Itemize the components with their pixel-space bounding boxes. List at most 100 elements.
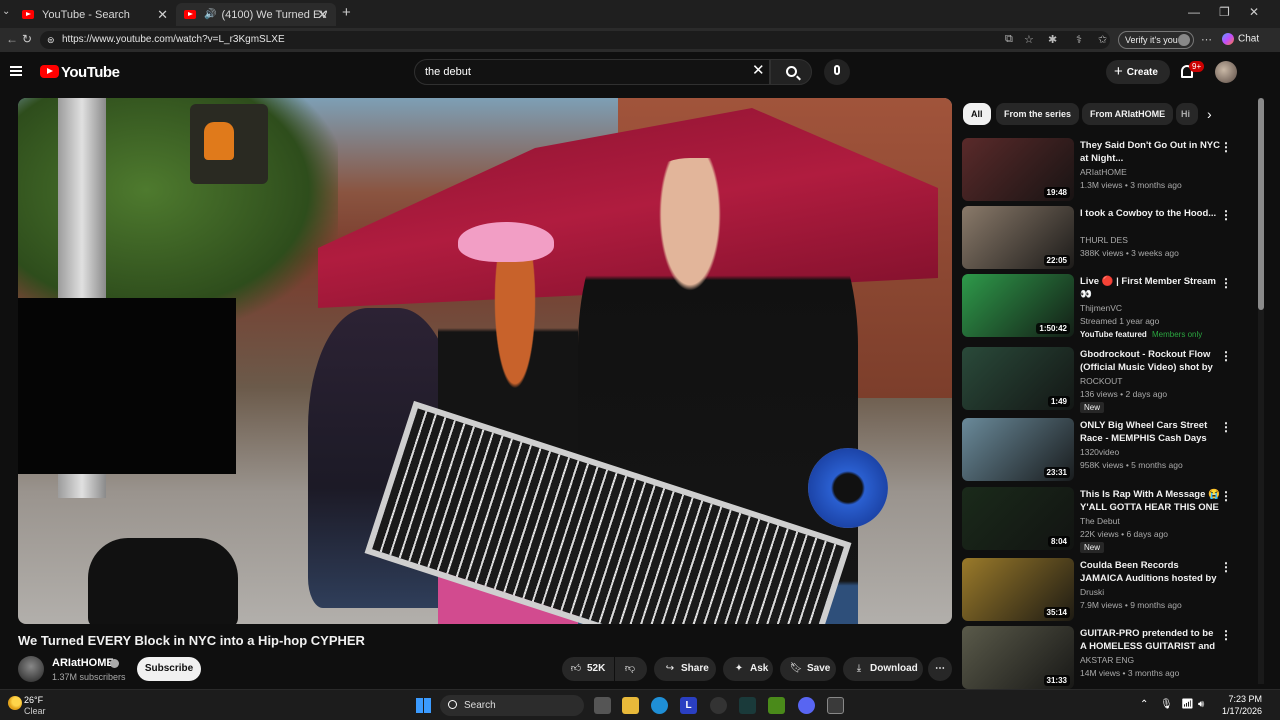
more-options-icon[interactable]: ⋮ [1220,208,1232,222]
app-terminal-icon[interactable] [739,697,756,714]
obs-icon[interactable] [827,697,844,714]
scrollbar-thumb[interactable] [1258,98,1264,310]
recommended-video[interactable]: 22:05 I took a Cowboy to the Hood... THURL… [962,206,1237,270]
maximize-icon[interactable]: ❐ [1219,5,1230,19]
voice-search-button[interactable] [824,59,850,85]
more-options-icon[interactable]: ⋮ [1220,349,1232,363]
video-thumbnail[interactable]: 1:50:42 [962,274,1074,337]
ask-button[interactable]: ✦ Ask [723,657,773,681]
channel-name[interactable]: ARIatHOME [52,657,114,669]
share-button[interactable]: ↪ Share [654,657,716,681]
edge-browser-icon[interactable] [651,697,668,714]
channel-name[interactable]: ROCKOUT [1080,376,1123,386]
more-options-icon[interactable]: ⋮ [1220,489,1232,503]
search-button[interactable] [770,59,812,85]
more-options-icon[interactable]: ⋮ [1220,560,1232,574]
more-actions-icon[interactable]: ⋯ [928,657,952,681]
download-button[interactable]: ⤓ Download [843,657,923,681]
close-tab-icon[interactable]: ✕ [317,7,328,23]
video-title[interactable]: ONLY Big Wheel Cars Street Race - MEMPHI… [1080,419,1220,445]
more-options-icon[interactable]: ⋮ [1220,140,1232,154]
recommended-video[interactable]: 1:49 Gbodrockout - Rockout Flow (Official… [962,347,1237,413]
verify-profile-button[interactable]: Verify it's you [1118,31,1194,49]
channel-name[interactable]: ThijmenVC [1080,303,1122,313]
recommended-video[interactable]: 31:33 GUITAR-PRO pretended to be A HOMELE… [962,626,1237,690]
video-title[interactable]: They Said Don't Go Out in NYC at Night..… [1080,139,1220,165]
video-thumbnail[interactable]: 23:31 [962,418,1074,481]
browser-essentials-icon[interactable]: ⚕ [1076,33,1082,46]
video-title[interactable]: Live 🔴 | First Member Stream 👀 [1080,275,1220,301]
search-input[interactable]: the debut [414,59,770,85]
subscribe-button[interactable]: Subscribe [137,657,201,681]
video-thumbnail[interactable]: 8:04 [962,487,1074,550]
video-thumbnail[interactable]: 31:33 [962,626,1074,689]
dislike-button[interactable]: 👎︎ [615,657,647,681]
more-options-icon[interactable]: ⋮ [1220,420,1232,434]
discord-icon[interactable] [798,697,815,714]
video-thumbnail[interactable]: 1:49 [962,347,1074,410]
audio-playing-icon[interactable]: 🔊 [204,9,216,20]
clear-search-icon[interactable]: ✕ [752,63,765,79]
microphone-tray-icon[interactable]: 🎙︎ [1160,699,1173,710]
copilot-chat-button[interactable]: Chat [1222,33,1259,45]
back-icon[interactable]: ← [6,32,18,46]
recommended-video[interactable]: 19:48 They Said Don't Go Out in NYC at Ni… [962,138,1237,202]
video-title[interactable]: I took a Cowboy to the Hood... [1080,207,1220,220]
weather-temperature[interactable]: 26°F [24,695,43,705]
steam-icon[interactable] [710,697,727,714]
close-tab-icon[interactable]: ✕ [157,7,168,23]
volume-icon[interactable]: 🔊︎ [1198,699,1204,710]
channel-name[interactable]: ARIatHOME [1080,167,1127,177]
tab-actions-chevron-icon[interactable]: ⌄ [2,6,10,17]
minimize-icon[interactable]: — [1188,5,1200,19]
weather-icon[interactable] [8,696,22,710]
file-explorer-icon[interactable] [622,697,639,714]
app-available-icon[interactable]: ⧉ [1005,33,1013,46]
recommended-video[interactable]: 1:50:42 Live 🔴 | First Member Stream 👀 Thi… [962,274,1237,339]
hamburger-menu-icon[interactable] [10,66,22,76]
video-title[interactable]: GUITAR-PRO pretended to be A HOMELESS GU… [1080,627,1220,653]
app-l-icon[interactable]: L [680,697,697,714]
video-title[interactable]: Gbodrockout - Rockout Flow (Official Mus… [1080,348,1220,374]
recommended-video[interactable]: 35:14 Coulda Been Records JAMAICA Auditio… [962,558,1237,622]
wifi-icon[interactable]: 📶︎ [1181,699,1194,710]
clock-time[interactable]: 7:23 PM [1222,694,1262,704]
nvidia-icon[interactable] [768,697,785,714]
site-info-icon[interactable]: ⊜ [47,31,55,49]
more-options-icon[interactable]: ⋮ [1220,276,1232,290]
weather-condition[interactable]: Clear [24,706,46,716]
video-player[interactable] [18,98,952,624]
recommended-video[interactable]: 8:04 This Is Rap With A Message 😭 Y'ALL G… [962,487,1237,553]
new-tab-icon[interactable]: + [342,4,351,21]
more-options-icon[interactable]: ⋮ [1220,628,1232,642]
taskbar-search[interactable]: Search [440,695,584,716]
recommended-video[interactable]: 23:31 ONLY Big Wheel Cars Street Race - M… [962,418,1237,482]
scrollbar[interactable] [1258,98,1264,684]
favorite-star-icon[interactable]: ☆ [1024,33,1034,46]
channel-name[interactable]: 1320video [1080,447,1119,457]
channel-name[interactable]: THURL DES [1080,235,1128,245]
chip-partial[interactable]: Hi [1176,103,1198,125]
task-view-icon[interactable] [594,697,611,714]
windows-start-icon[interactable] [416,698,431,713]
video-thumbnail[interactable]: 19:48 [962,138,1074,201]
extensions-icon[interactable]: ✱ [1048,33,1057,46]
channel-name[interactable]: AKSTAR ENG [1080,655,1134,665]
video-title[interactable]: This Is Rap With A Message 😭 Y'ALL GOTTA… [1080,488,1220,514]
create-button[interactable]: + Create [1106,60,1170,84]
video-thumbnail[interactable]: 22:05 [962,206,1074,269]
video-title[interactable]: Coulda Been Records JAMAICA Auditions ho… [1080,559,1220,585]
channel-name[interactable]: Druski [1080,587,1104,597]
show-hidden-icons-icon[interactable]: ⌃ [1140,699,1148,710]
clock-date[interactable]: 1/17/2026 [1212,706,1262,716]
youtube-logo-icon[interactable] [40,65,59,78]
settings-more-icon[interactable]: ⋯ [1201,33,1212,46]
close-window-icon[interactable]: ✕ [1249,5,1259,19]
tab-youtube-search[interactable]: YouTube - Search ✕ [14,3,176,26]
chip-all[interactable]: All [963,103,991,125]
chip-from-the-series[interactable]: From the series [996,103,1080,125]
chevron-right-icon[interactable]: › [1207,106,1212,122]
like-button[interactable]: 👍︎ 52K [562,657,614,681]
account-avatar[interactable] [1215,61,1237,83]
tab-current-video[interactable]: 🔊 (4100) We Turned EVERY Block ✕ [176,3,336,26]
